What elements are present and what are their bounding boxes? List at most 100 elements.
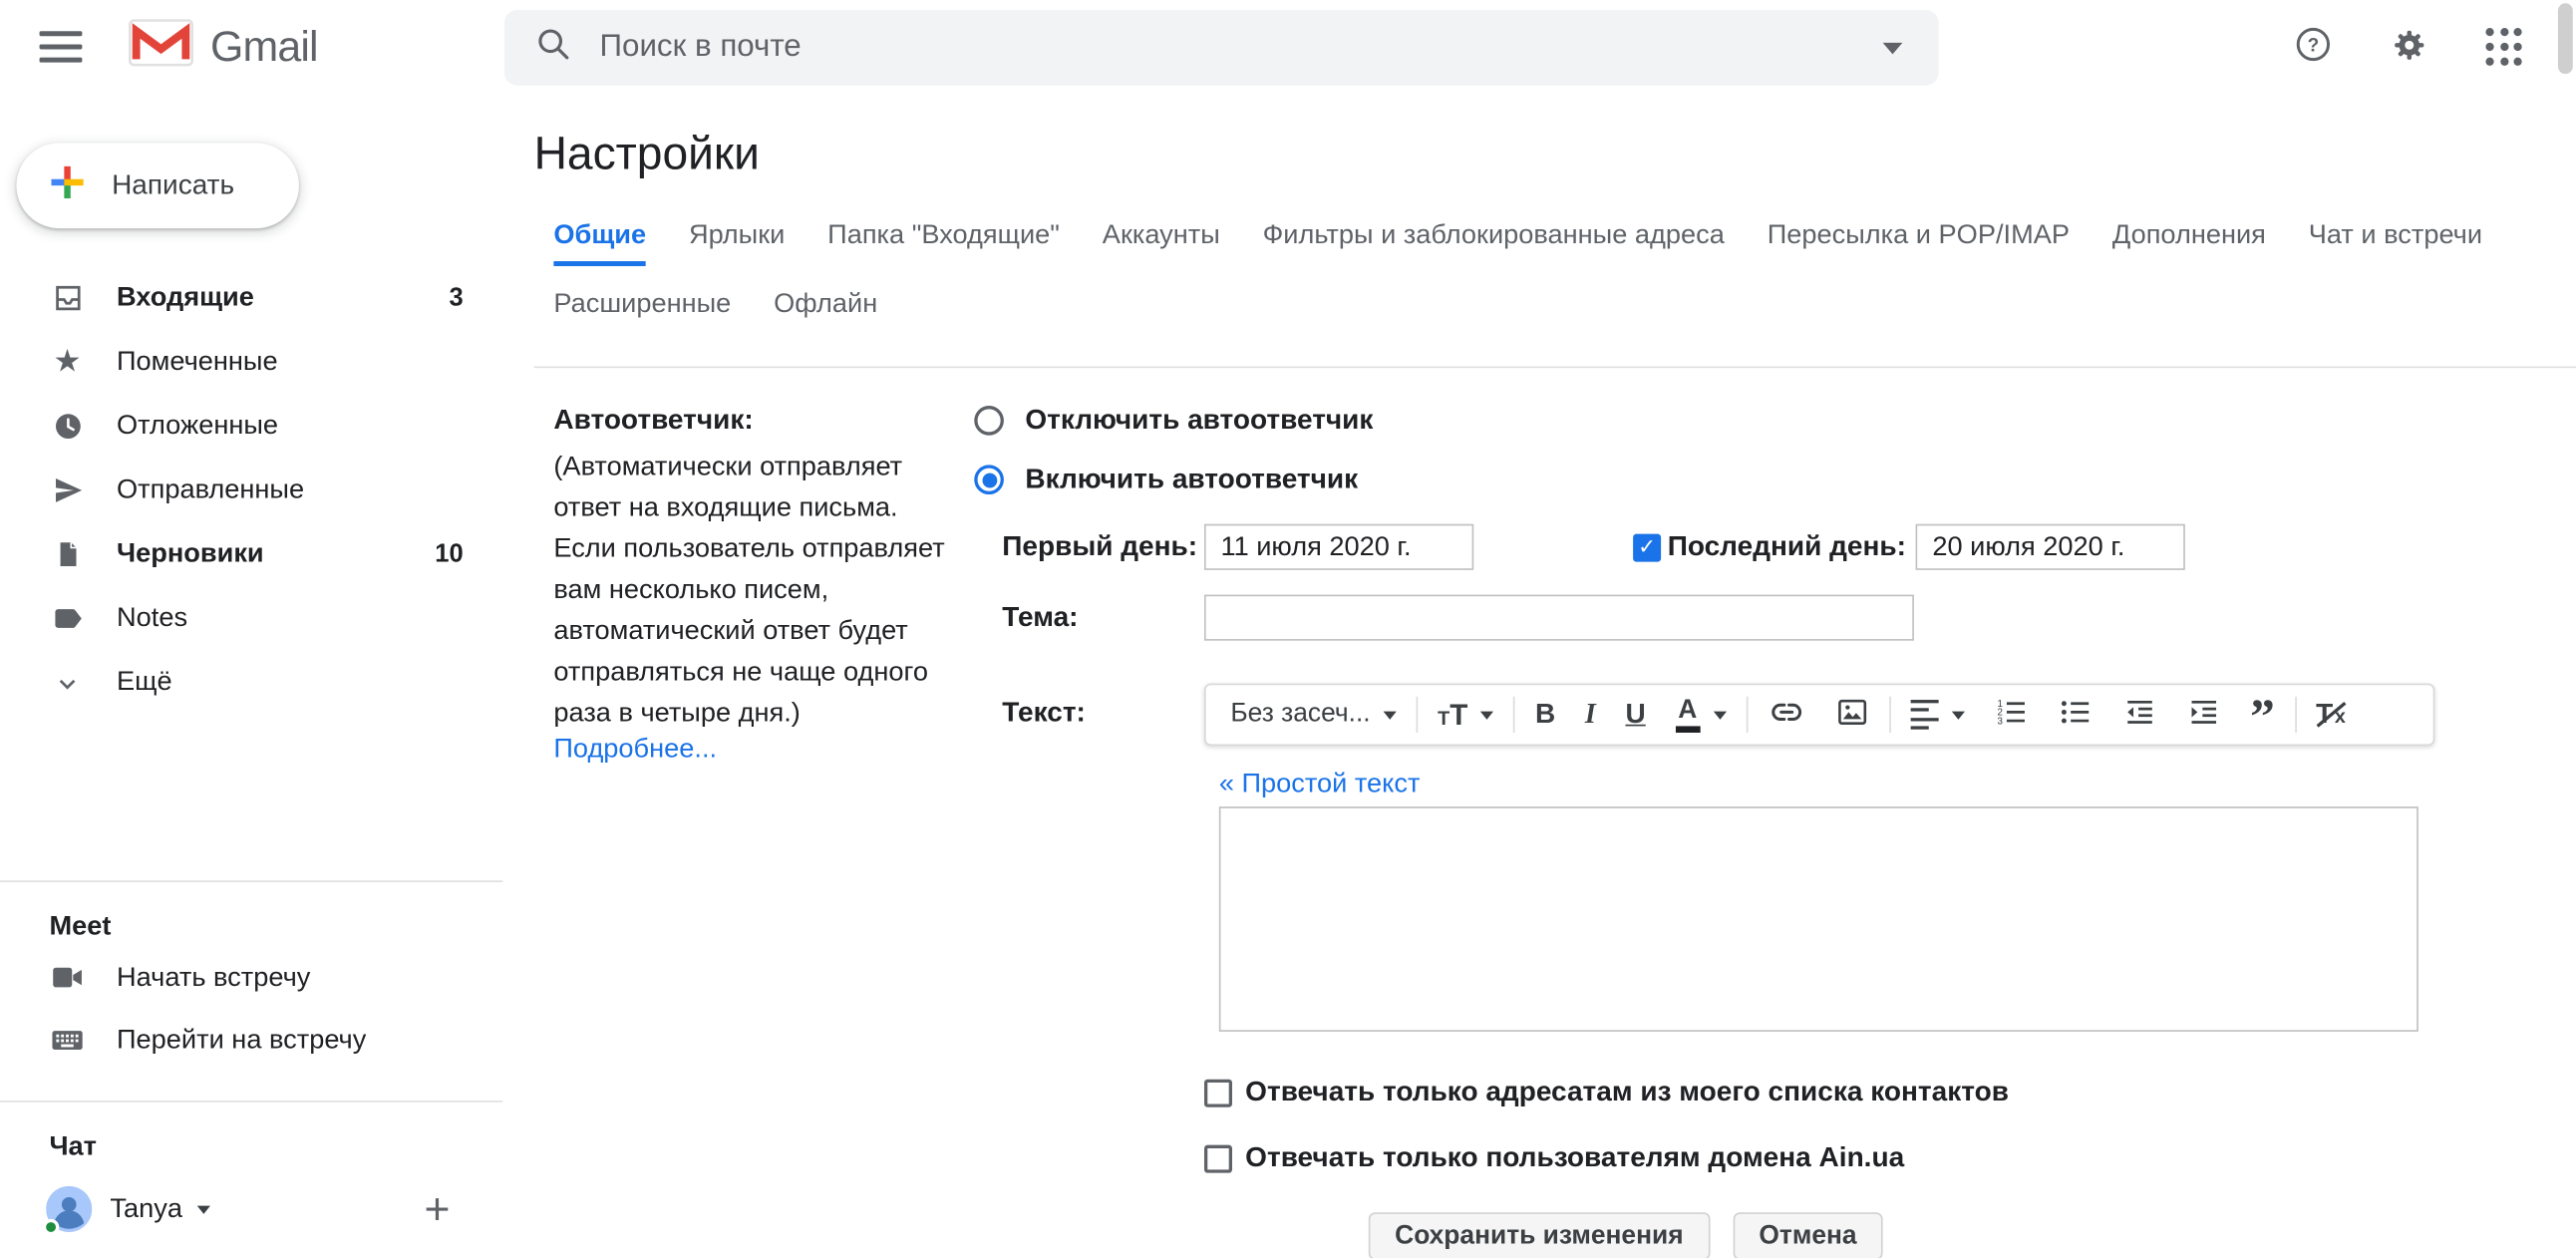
chat-section-title: Чат [49, 1130, 98, 1161]
learn-more-link[interactable]: Подробнее... [553, 735, 717, 766]
vacation-body-row: Текст: Без засеч... TT B I U A 1 2 3 ” T… [973, 683, 2576, 1258]
insert-link-button[interactable] [1753, 693, 1820, 736]
bold-icon: B [1534, 698, 1556, 730]
sidebar-item-inbox[interactable]: Входящие 3 [0, 266, 502, 330]
sidebar-item-notes[interactable]: Notes [0, 586, 502, 650]
online-status-dot [42, 1218, 60, 1236]
align-button[interactable] [1895, 699, 1979, 731]
last-day-input[interactable]: 20 июля 2020 г. [1915, 523, 2186, 570]
search-bar[interactable]: Поиск в почте [503, 9, 1939, 86]
domain-only-label: Отвечать только пользователям домена Ain… [1245, 1141, 1905, 1173]
topbar: Gmail Поиск в почте ? [0, 0, 2576, 94]
contacts-only-checkbox[interactable] [1203, 1078, 1232, 1106]
outdent-button[interactable] [2107, 695, 2171, 735]
sidebar-item-label: Ещё [117, 667, 172, 697]
search-input[interactable]: Поиск в почте [600, 30, 1855, 66]
chat-user-row[interactable]: Tanya + [0, 1179, 502, 1238]
vacation-on-label: Включить автоответчик [1025, 463, 1359, 495]
tab-advanced[interactable]: Расширенные [553, 276, 731, 335]
align-caret-icon [1951, 710, 1965, 719]
apps-button[interactable] [2480, 24, 2526, 70]
sidebar-item-label: Отправленные [117, 474, 305, 504]
subject-input[interactable] [1203, 594, 1914, 641]
svg-text:3: 3 [1997, 716, 2003, 727]
vacation-on-option[interactable]: Включить автоответчик [973, 464, 2576, 496]
tab-accounts[interactable]: Аккаунты [1103, 207, 1220, 266]
keyboard-icon [49, 1022, 85, 1058]
vacation-off-option[interactable]: Отключить автоответчик [973, 404, 2576, 437]
contacts-only-row[interactable]: Отвечать только адресатам из моего списк… [1203, 1076, 2434, 1108]
font-family-value: Без засеч... [1230, 700, 1371, 729]
toolbar-divider [1746, 696, 1748, 734]
vacation-setting-label: Автоответчик: [553, 404, 754, 436]
chat-user-caret-icon[interactable] [196, 1204, 210, 1214]
sidebar-item-new-meeting[interactable]: Начать встречу [0, 946, 502, 1009]
message-editor: Без засеч... TT B I U A 1 2 3 ” T x « Пр… [1203, 683, 2435, 1258]
apps-grid-icon [2485, 28, 2522, 66]
help-button[interactable]: ? [2290, 24, 2336, 70]
scrollbar-thumb[interactable] [2557, 3, 2573, 75]
bullet-list-icon [2058, 695, 2093, 735]
bold-button[interactable]: B [1520, 698, 1570, 731]
insert-image-button[interactable] [1819, 695, 1883, 735]
tab-chat-meet[interactable]: Чат и встречи [2309, 207, 2482, 266]
last-day-label: Последний день: [1667, 530, 1906, 562]
help-icon: ? [2294, 25, 2334, 69]
gear-icon [2388, 24, 2428, 70]
tab-inbox[interactable]: Папка "Входящие" [827, 207, 1060, 266]
settings-button[interactable] [2386, 24, 2431, 70]
tab-labels[interactable]: Ярлыки [689, 207, 785, 266]
underline-button[interactable]: U [1611, 698, 1661, 731]
save-button[interactable]: Сохранить изменения [1368, 1212, 1710, 1258]
indent-icon [2186, 695, 2221, 735]
domain-only-row[interactable]: Отвечать только пользователям домена Ain… [1203, 1141, 2434, 1174]
sidebar-nav: Входящие 3 ★ Помеченные Отложенные Отпра… [0, 266, 502, 715]
gmail-logo[interactable]: Gmail [129, 18, 319, 76]
tab-forwarding-pop-imap[interactable]: Пересылка и POP/IMAP [1768, 207, 2070, 266]
search-options-caret-icon[interactable] [1882, 42, 1903, 54]
search-icon[interactable] [534, 25, 572, 71]
tab-offline[interactable]: Офлайн [774, 276, 877, 335]
tab-general[interactable]: Общие [553, 207, 647, 266]
new-chat-button[interactable]: + [425, 1186, 451, 1231]
sidebar-item-sent[interactable]: Отправленные [0, 459, 502, 522]
indent-button[interactable] [2171, 695, 2235, 735]
vacation-description: (Автоматически отправляет ответ на входя… [553, 452, 945, 729]
first-day-input[interactable]: 11 июля 2020 г. [1203, 523, 1474, 570]
domain-only-checkbox[interactable] [1203, 1143, 1232, 1172]
sidebar-item-more[interactable]: Ещё [0, 651, 502, 715]
hamburger-menu-button[interactable] [39, 31, 83, 63]
sidebar-item-join-meeting[interactable]: Перейти на встречу [0, 1009, 502, 1072]
vacation-off-radio[interactable] [974, 406, 1004, 436]
plain-text-link[interactable]: « Простой текст [1219, 769, 1421, 799]
sidebar-item-label: Черновики [117, 538, 264, 569]
sidebar-item-drafts[interactable]: Черновики 10 [0, 522, 502, 586]
tab-addons[interactable]: Дополнения [2112, 207, 2266, 266]
sidebar-item-starred[interactable]: ★ Помеченные [0, 330, 502, 394]
quote-icon: ” [2250, 690, 2275, 745]
font-family-button[interactable]: Без засеч... [1216, 700, 1412, 730]
page-title: Настройки [533, 128, 760, 179]
message-body-textarea[interactable] [1218, 806, 2418, 1032]
outdent-icon [2122, 695, 2157, 735]
font-size-button[interactable]: TT [1423, 698, 1508, 733]
settings-page: Настройки Общие Ярлыки Папка "Входящие" … [502, 94, 2576, 1258]
numbered-list-button[interactable]: 123 [1979, 695, 2043, 735]
cancel-button[interactable]: Отмена [1733, 1212, 1883, 1258]
link-icon [1768, 693, 1805, 736]
text-color-button[interactable]: A [1661, 697, 1742, 733]
compose-button[interactable]: Написать [16, 143, 299, 229]
unread-count: 3 [449, 283, 464, 312]
quote-button[interactable]: ” [2235, 690, 2289, 745]
remove-formatting-button[interactable]: Tx [2301, 698, 2360, 731]
vacation-on-radio[interactable] [974, 465, 1004, 495]
tab-filters[interactable]: Фильтры и заблокированные адреса [1263, 207, 1725, 266]
toolbar-divider [1513, 696, 1516, 734]
last-day-checkbox[interactable] [1633, 532, 1662, 561]
italic-button[interactable]: I [1570, 698, 1611, 731]
sidebar-item-label: Начать встречу [117, 961, 311, 992]
numbered-list-icon: 123 [1994, 695, 2029, 735]
label-icon [49, 601, 85, 636]
bullet-list-button[interactable] [2044, 695, 2107, 735]
sidebar-item-snoozed[interactable]: Отложенные [0, 395, 502, 459]
